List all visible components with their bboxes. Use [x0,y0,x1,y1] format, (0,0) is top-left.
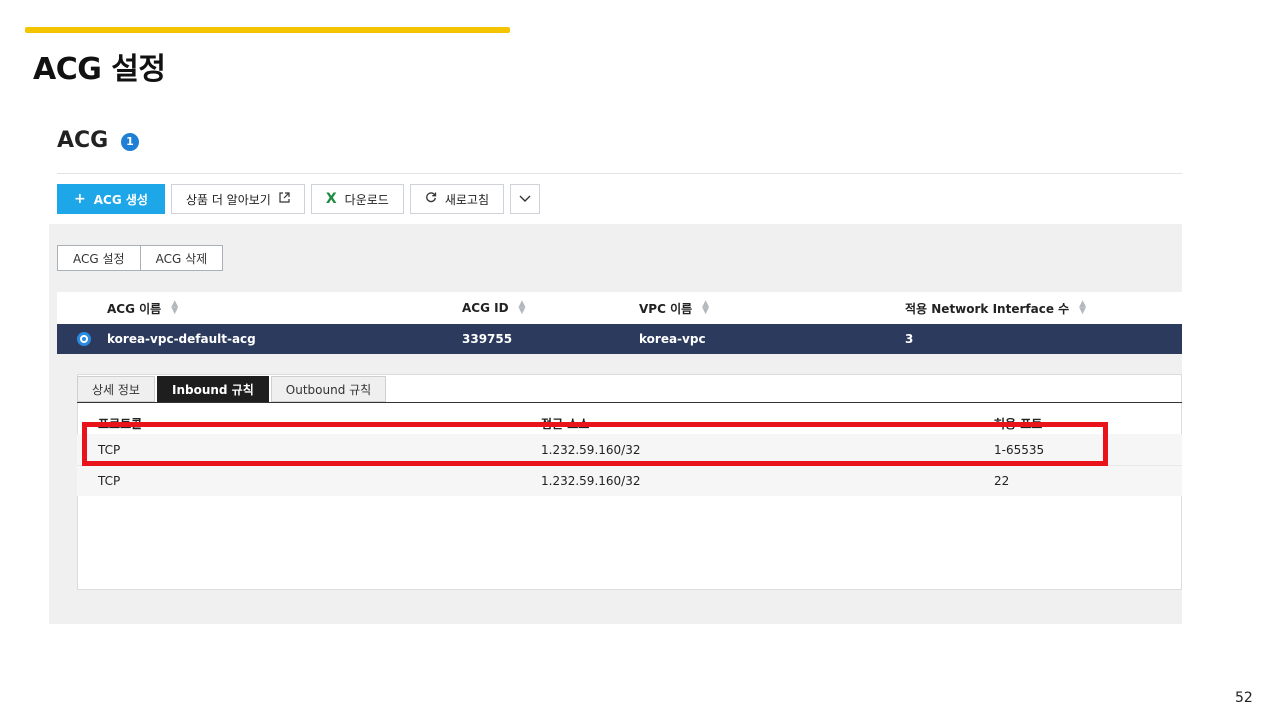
learn-more-label: 상품 더 알아보기 [185,192,271,207]
refresh-label: 새로고침 [444,192,489,207]
tab-outbound-rules[interactable]: Outbound 규칙 [270,376,387,402]
column-label: ACG ID [462,301,509,315]
interface-count: 3 [905,332,914,346]
download-button[interactable]: X 다운로드 [310,184,404,214]
acg-settings-button[interactable]: ACG 설정 [58,246,140,270]
vpc-name: korea-vpc [639,332,706,346]
column-header-interfaces[interactable]: 적용 Network Interface 수 ▲ ▼ [905,292,1086,324]
sort-icon: ▲ ▼ [702,299,710,316]
acg-delete-button[interactable]: ACG 삭제 [139,246,223,270]
excel-icon: X [325,191,337,207]
count-badge: 1 [121,133,139,151]
column-label: 적용 Network Interface 수 [905,301,1070,316]
table-row[interactable]: TCP 1.232.59.160/32 22 [77,465,1182,496]
page-number: 52 [1235,690,1253,706]
column-label: VPC 이름 [639,301,693,316]
acg-action-group: ACG 설정 ACG 삭제 [57,245,224,271]
table-row-selected[interactable]: korea-vpc-default-acg 339755 korea-vpc 3 [57,324,1182,354]
divider [57,173,1182,174]
highlight-box [82,422,1108,466]
tab-details[interactable]: 상세 정보 [77,376,155,402]
refresh-button[interactable]: 새로고침 [409,184,504,214]
external-link-icon [279,192,290,206]
table-header: ACG 이름 ▲ ▼ ACG ID ▲ ▼ VPC 이름 ▲ ▼ 적용 Network… [57,292,1182,324]
rule-port: 22 [994,474,1010,488]
acg-id: 339755 [462,332,513,346]
page-title: ACG [57,128,109,153]
title-accent-bar [25,27,510,33]
rule-protocol: TCP [98,474,121,488]
console-screenshot: ACG 1 + ACG 생성 상품 더 알아보기 X 다운로드 새로고침 ACG… [49,112,1182,624]
toolbar: + ACG 생성 상품 더 알아보기 X 다운로드 새로고침 [57,184,540,214]
sort-icon: ▲ ▼ [518,299,526,316]
column-header-name[interactable]: ACG 이름 ▲ ▼ [107,292,178,324]
create-acg-button[interactable]: + ACG 생성 [57,184,165,214]
column-label: ACG 이름 [107,301,162,316]
refresh-icon [425,191,437,207]
rule-source: 1.232.59.160/32 [541,474,641,488]
plus-icon: + [74,191,86,207]
column-header-vpc[interactable]: VPC 이름 ▲ ▼ [639,292,709,324]
acg-table: ACG 이름 ▲ ▼ ACG ID ▲ ▼ VPC 이름 ▲ ▼ 적용 Network… [57,292,1182,354]
column-header-id[interactable]: ACG ID ▲ ▼ [462,292,525,324]
learn-more-button[interactable]: 상품 더 알아보기 [170,184,305,214]
row-radio[interactable] [77,332,91,346]
acg-name: korea-vpc-default-acg [107,332,256,346]
chevron-down-icon [519,192,531,206]
sort-icon: ▲ ▼ [1079,299,1087,316]
create-acg-label: ACG 생성 [93,192,148,207]
slide-title: ACG 설정 [33,52,166,87]
sort-icon: ▲ ▼ [171,299,179,316]
more-dropdown-button[interactable] [510,184,540,214]
tab-inbound-rules[interactable]: Inbound 규칙 [156,376,269,402]
download-label: 다운로드 [344,192,389,207]
detail-tabs: 상세 정보 Inbound 규칙 Outbound 규칙 [77,376,387,402]
